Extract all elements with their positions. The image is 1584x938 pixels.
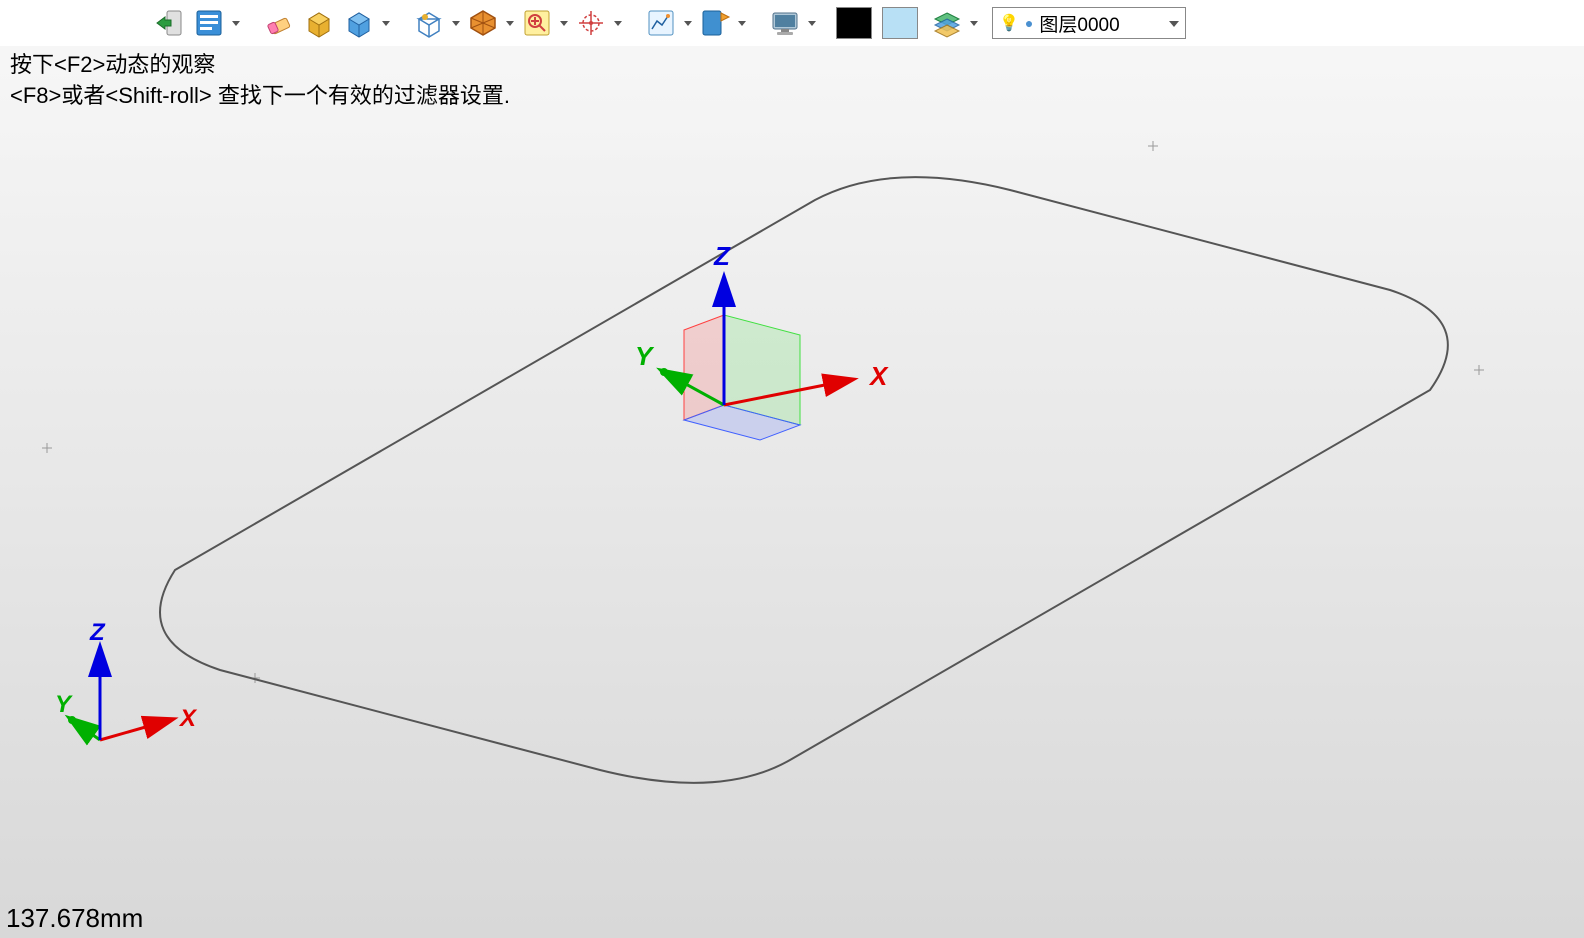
svg-text:Y: Y xyxy=(55,691,73,718)
center-triad: X Y Z xyxy=(635,241,889,440)
layers-stack-dropdown[interactable] xyxy=(968,4,980,42)
cube-shaded-dropdown[interactable] xyxy=(380,4,392,42)
exit-icon[interactable] xyxy=(150,4,188,42)
layer-selector[interactable]: 💡 ● 图层0000 xyxy=(992,7,1186,39)
properties-icon[interactable] xyxy=(190,4,228,42)
monitor-icon[interactable] xyxy=(766,4,804,42)
flag-panel-icon[interactable] xyxy=(696,4,734,42)
isometric-view-icon[interactable] xyxy=(464,4,502,42)
svg-text:Z: Z xyxy=(89,619,106,646)
wireframe-cube-icon[interactable] xyxy=(410,4,448,42)
axis-z-label: Z xyxy=(713,241,731,271)
corner-triad: X Y Z xyxy=(55,619,198,740)
axis-x-label: X xyxy=(868,361,889,391)
color-swatch-lightblue[interactable] xyxy=(882,7,918,39)
lightbulb-icon: 💡 xyxy=(999,13,1019,33)
layer-visibility-icon: ● xyxy=(1025,15,1033,31)
isometric-view-dropdown[interactable] xyxy=(504,4,516,42)
box-solid-icon[interactable] xyxy=(300,4,338,42)
eraser-icon[interactable] xyxy=(260,4,298,42)
viewport-3d[interactable]: X Y Z X Y Z xyxy=(0,0,1584,938)
svg-text:X: X xyxy=(178,705,198,732)
axis-y-label: Y xyxy=(635,341,655,371)
hint-line-2: <F8>或者<Shift-roll> 查找下一个有效的过滤器设置. xyxy=(10,81,510,112)
zoom-target-dropdown[interactable] xyxy=(558,4,570,42)
layer-name-label: 图层0000 xyxy=(1039,10,1163,37)
wireframe-cube-dropdown[interactable] xyxy=(450,4,462,42)
layer-dropdown-arrow xyxy=(1169,14,1179,32)
main-toolbar: 💡 ● 图层0000 xyxy=(0,0,1584,46)
hint-line-1: 按下<F2>动态的观察 xyxy=(10,50,510,81)
flag-panel-dropdown[interactable] xyxy=(736,4,748,42)
crosshair-target-dropdown[interactable] xyxy=(612,4,624,42)
graph-panel-icon[interactable] xyxy=(642,4,680,42)
crosshair-target-icon[interactable] xyxy=(572,4,610,42)
hint-text: 按下<F2>动态的观察 <F8>或者<Shift-roll> 查找下一个有效的过… xyxy=(10,50,510,112)
properties-dropdown[interactable] xyxy=(230,4,242,42)
cube-shaded-icon[interactable] xyxy=(340,4,378,42)
color-swatch-black[interactable] xyxy=(836,7,872,39)
layers-stack-icon[interactable] xyxy=(928,4,966,42)
monitor-dropdown[interactable] xyxy=(806,4,818,42)
graph-panel-dropdown[interactable] xyxy=(682,4,694,42)
zoom-target-icon[interactable] xyxy=(518,4,556,42)
sketch-outline xyxy=(160,177,1448,783)
status-measurement: 137.678mm xyxy=(6,903,143,934)
